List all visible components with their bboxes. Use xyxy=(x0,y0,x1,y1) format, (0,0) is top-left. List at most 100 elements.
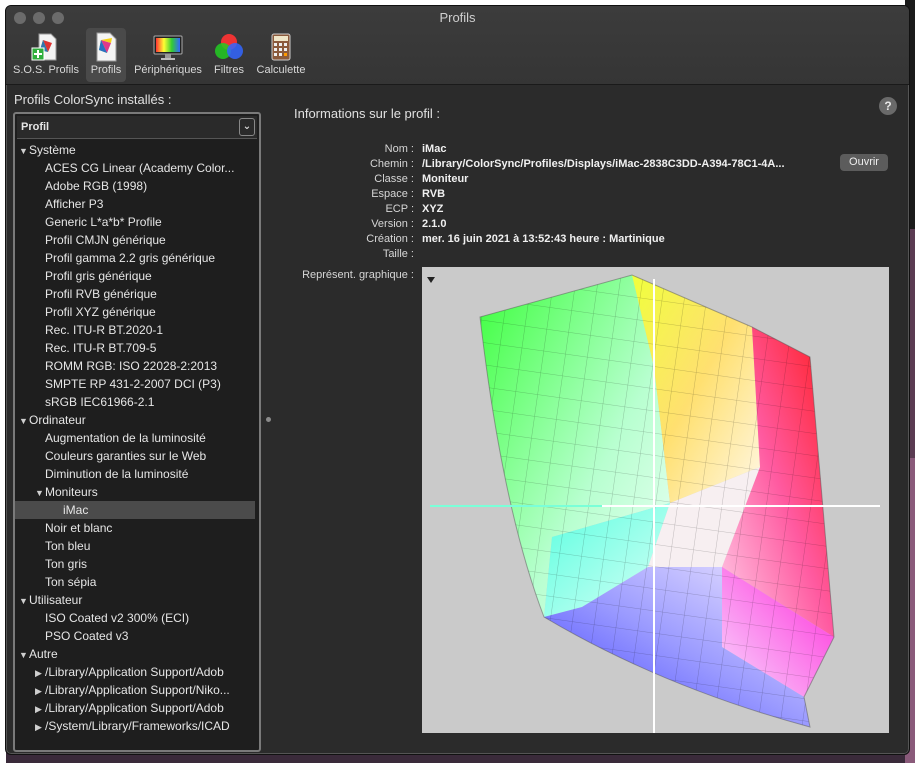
toolbar-label: Périphériques xyxy=(134,64,202,76)
tree-row-label: Afficher P3 xyxy=(45,197,104,211)
profile-list[interactable]: Profil ⌄ ▼Système ACES CG Linear (Academy… xyxy=(13,112,261,752)
tree-row[interactable]: ▼Moniteurs xyxy=(15,483,255,501)
tree-row[interactable]: Ton bleu xyxy=(15,537,255,555)
tree-row[interactable]: Afficher P3 xyxy=(15,195,255,213)
disclosure-open-icon[interactable]: ▼ xyxy=(35,484,45,501)
tree-row[interactable]: Profil XYZ générique xyxy=(15,303,255,321)
profile-document-icon xyxy=(96,32,117,62)
field-value: /Library/ColorSync/Profiles/Displays/iMa… xyxy=(422,158,785,170)
toolbar-filtres[interactable]: Filtres xyxy=(209,28,249,82)
tree-row[interactable]: ▼Autre xyxy=(15,645,255,663)
tree-row-label: /Library/Application Support/Adob xyxy=(45,701,224,715)
profile-column-label: Profil xyxy=(21,121,50,133)
tree-row-label: Noir et blanc xyxy=(45,521,113,535)
tree-row[interactable]: Couleurs garanties sur le Web xyxy=(15,447,255,465)
toolbar-label: S.O.S. Profils xyxy=(12,64,80,76)
field-value: mer. 16 juin 2021 à 13:52:43 heure : Mar… xyxy=(422,233,665,245)
tree-row-label: SMPTE RP 431-2-2007 DCI (P3) xyxy=(45,377,221,391)
tree-row-label: ROMM RGB: ISO 22028-2:2013 xyxy=(45,359,218,373)
tree-row[interactable]: Profil gris générique xyxy=(15,267,255,285)
tree-row[interactable]: Profil RVB générique xyxy=(15,285,255,303)
tree-row-label: Profil RVB générique xyxy=(45,287,157,301)
tree-row[interactable]: ▶/System/Library/Frameworks/ICAD xyxy=(15,717,255,735)
tree-row[interactable]: Profil gamma 2.2 gris générique xyxy=(15,249,255,267)
graph-label: Représent. graphique : xyxy=(302,269,414,281)
tree-row[interactable]: ▼Ordinateur xyxy=(15,411,255,429)
tree-row[interactable]: ACES CG Linear (Academy Color... xyxy=(15,159,255,177)
toolbar-calculette[interactable]: Calculette xyxy=(251,28,311,82)
tree-row[interactable]: Ton sépia xyxy=(15,573,255,591)
installed-profiles-title: Profils ColorSync installés : xyxy=(14,92,172,107)
tree-row[interactable]: Augmentation de la luminosité xyxy=(15,429,255,447)
tree-row[interactable]: ▼Système xyxy=(15,141,255,159)
disclosure-closed-icon[interactable]: ▶ xyxy=(35,718,45,735)
tree-row[interactable]: ▶/Library/Application Support/Adob xyxy=(15,663,255,681)
gamut-graph[interactable] xyxy=(422,267,889,733)
field-value: XYZ xyxy=(422,203,444,215)
field-label: Chemin : xyxy=(369,158,414,170)
tree-row[interactable]: Noir et blanc xyxy=(15,519,255,537)
tree-row[interactable]: PSO Coated v3 xyxy=(15,627,255,645)
tree-row-label: Ton gris xyxy=(45,557,88,571)
tree-row[interactable]: ▶/Library/Application Support/Niko... xyxy=(15,681,255,699)
tree-row-label: Augmentation de la luminosité xyxy=(45,431,206,445)
tree-row-label: Diminution de la luminosité xyxy=(45,467,189,481)
tree-row-label: Ordinateur xyxy=(29,413,86,427)
field-value: 2.1.0 xyxy=(422,218,447,230)
disclosure-closed-icon[interactable]: ▶ xyxy=(35,682,45,699)
tree-row[interactable]: Ton gris xyxy=(15,555,255,573)
tree-row-label: ISO Coated v2 300% (ECI) xyxy=(45,611,190,625)
field-value: Moniteur xyxy=(422,173,469,185)
disclosure-closed-icon[interactable]: ▶ xyxy=(35,700,45,717)
color-filters-icon xyxy=(215,34,243,59)
tree-row[interactable]: ROMM RGB: ISO 22028-2:2013 xyxy=(15,357,255,375)
tree-row[interactable]: sRGB IEC61966-2.1 xyxy=(15,393,255,411)
field-label: Création : xyxy=(366,233,414,245)
help-button[interactable]: ? xyxy=(879,97,897,115)
tree-row[interactable]: iMac xyxy=(15,501,255,519)
tree-row[interactable]: Generic L*a*b* Profile xyxy=(15,213,255,231)
tree-row[interactable]: Profil CMJN générique xyxy=(15,231,255,249)
disclosure-open-icon[interactable]: ▼ xyxy=(19,592,29,609)
tree-row[interactable]: Adobe RGB (1998) xyxy=(15,177,255,195)
tree-row-label: Profil gamma 2.2 gris générique xyxy=(45,251,216,265)
toolbar-label: Profils xyxy=(90,64,122,76)
splitter-handle[interactable] xyxy=(266,417,271,422)
tree-row[interactable]: Diminution de la luminosité xyxy=(15,465,255,483)
tree-row-label: Ton bleu xyxy=(45,539,91,553)
profile-info-title: Informations sur le profil : xyxy=(294,106,440,121)
chevron-down-icon[interactable]: ⌄ xyxy=(239,118,255,136)
open-button[interactable]: Ouvrir xyxy=(840,154,888,171)
triangle-down-icon xyxy=(427,277,435,283)
tree-row-label: Ton sépia xyxy=(45,575,97,589)
tree-row-label: iMac xyxy=(63,503,89,517)
disclosure-open-icon[interactable]: ▼ xyxy=(19,412,29,429)
toolbar-profils[interactable]: Profils xyxy=(86,28,126,82)
tree-row[interactable]: Rec. ITU-R BT.709-5 xyxy=(15,339,255,357)
tree-row[interactable]: ▶/Library/Application Support/Adob xyxy=(15,699,255,717)
tree-row-label: Adobe RGB (1998) xyxy=(45,179,148,193)
field-label: Classe : xyxy=(374,173,414,185)
tree-row-label: sRGB IEC61966-2.1 xyxy=(45,395,155,409)
tree-row-label: /System/Library/Frameworks/ICAD xyxy=(45,719,230,733)
tree-row-label: Moniteurs xyxy=(45,485,98,499)
tree-row-label: Profil gris générique xyxy=(45,269,152,283)
titlebar: Profils S.O.S. Profils Profils Périphéri… xyxy=(6,6,909,85)
disclosure-closed-icon[interactable]: ▶ xyxy=(35,664,45,681)
tree-row[interactable]: Rec. ITU-R BT.2020-1 xyxy=(15,321,255,339)
field-value: RVB xyxy=(422,188,446,200)
profile-list-header[interactable]: Profil ⌄ xyxy=(17,116,257,139)
tree-row[interactable]: ISO Coated v2 300% (ECI) xyxy=(15,609,255,627)
tree-row-label: /Library/Application Support/Adob xyxy=(45,665,224,679)
tree-row[interactable]: SMPTE RP 431-2-2007 DCI (P3) xyxy=(15,375,255,393)
tree-row-label: Generic L*a*b* Profile xyxy=(45,215,162,229)
field-label: Espace : xyxy=(371,188,414,200)
disclosure-open-icon[interactable]: ▼ xyxy=(19,646,29,663)
tree-row[interactable]: ▼Utilisateur xyxy=(15,591,255,609)
toolbar-peripheriques[interactable]: Périphériques xyxy=(130,28,206,82)
toolbar-sos-profils[interactable]: S.O.S. Profils xyxy=(11,28,81,82)
disclosure-open-icon[interactable]: ▼ xyxy=(19,142,29,159)
colorsync-window: Profils S.O.S. Profils Profils Périphéri… xyxy=(5,5,910,755)
tree-row-label: Rec. ITU-R BT.709-5 xyxy=(45,341,157,355)
tree-row-label: /Library/Application Support/Niko... xyxy=(45,683,230,697)
